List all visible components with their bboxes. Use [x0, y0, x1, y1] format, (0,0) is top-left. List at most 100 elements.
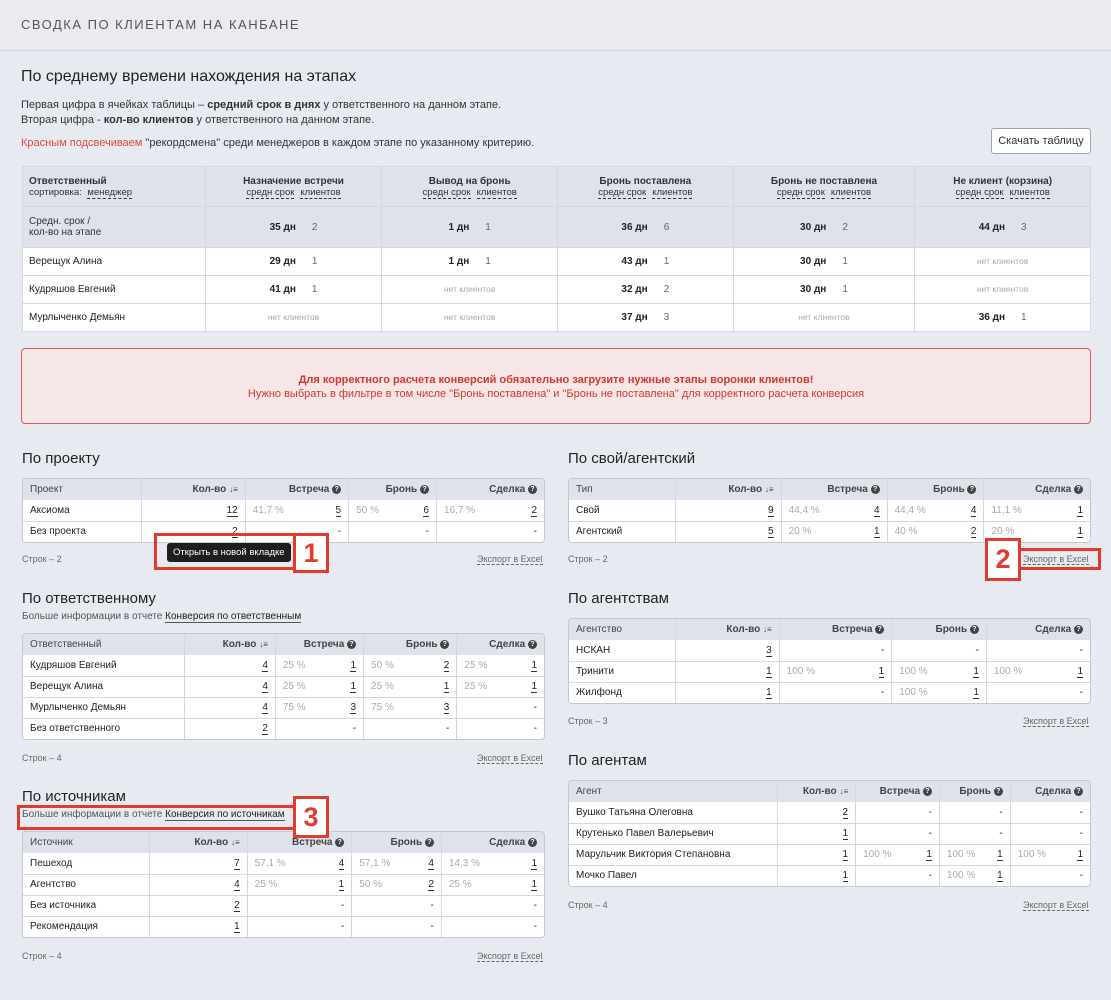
conversion-link[interactable]: 1: [926, 849, 932, 861]
conversion-link[interactable]: 1: [1077, 504, 1083, 517]
help-icon[interactable]: ?: [875, 624, 885, 634]
sort-count-link[interactable]: клиентов: [300, 186, 341, 199]
conversion-link[interactable]: 1: [1077, 526, 1083, 539]
conversion-link[interactable]: 1: [874, 526, 880, 539]
sort-count-link[interactable]: клиентов: [652, 186, 693, 199]
qty-link[interactable]: 4: [262, 681, 268, 693]
qty-link[interactable]: 1: [234, 921, 240, 934]
qty-link[interactable]: 9: [768, 504, 774, 517]
conversion-link[interactable]: 4: [970, 504, 977, 517]
resp-export-link[interactable]: Экспорт в Excel: [477, 753, 543, 764]
help-icon[interactable]: ?: [347, 639, 357, 649]
qty-link[interactable]: 1: [842, 828, 849, 840]
sort-avg-link[interactable]: средн срок: [955, 186, 1004, 199]
stages-desc-3: Красным подсвечиваем "рекордсмена" среди…: [21, 137, 535, 149]
source-export-link[interactable]: Экспорт в Excel: [477, 951, 543, 962]
col-header-qty[interactable]: Кол-во ↓≡: [675, 479, 782, 500]
conversion-link[interactable]: 4: [428, 857, 434, 870]
agency-export-link[interactable]: Экспорт в Excel: [1023, 716, 1089, 727]
conversion-link[interactable]: 2: [531, 504, 537, 517]
conversion-link[interactable]: 2: [443, 659, 450, 672]
project-export-link[interactable]: Экспорт в Excel: [477, 554, 543, 565]
conversion-link[interactable]: 1: [878, 666, 885, 678]
sort-avg-link[interactable]: средн срок: [246, 186, 295, 199]
col-header: Ответственный: [23, 634, 185, 655]
help-icon[interactable]: ?: [1074, 624, 1083, 634]
qty-link[interactable]: 4: [262, 702, 268, 714]
conversion-link[interactable]: 3: [350, 702, 357, 714]
row-name: Тринити: [569, 661, 677, 683]
conversion-link[interactable]: 1: [531, 857, 537, 870]
help-icon[interactable]: ?: [993, 786, 1003, 796]
col-header-qty[interactable]: Кол-во ↓≡: [141, 479, 246, 500]
col-header-qty[interactable]: Кол-во ↓≡: [777, 781, 857, 802]
sort-avg-link[interactable]: средн срок: [776, 186, 825, 199]
help-icon[interactable]: ?: [1074, 484, 1083, 494]
conversion-link[interactable]: 1: [350, 681, 357, 693]
conversion-link[interactable]: 1: [973, 666, 979, 678]
col-header-qty[interactable]: Кол-во ↓≡: [149, 832, 248, 853]
conversion-link[interactable]: 1: [531, 681, 537, 693]
help-icon[interactable]: ?: [332, 484, 342, 494]
qty-link[interactable]: 1: [766, 687, 772, 700]
table-row: Рекомендация 1- - -: [23, 916, 544, 937]
conversion-link[interactable]: 2: [428, 879, 434, 891]
conversion-link[interactable]: 5: [335, 504, 342, 517]
conversion-link[interactable]: 1: [531, 879, 537, 891]
download-table-button[interactable]: Скачать таблицу: [991, 128, 1091, 154]
qty-link[interactable]: 1: [842, 870, 849, 883]
conversion-link[interactable]: 4: [338, 857, 345, 870]
sort-count-link[interactable]: клиентов: [476, 186, 517, 199]
stage-cell: 43 дн 1: [557, 247, 734, 276]
stages-row: Кудряшов Евгений 41 дн 1 нет клиентов 32 дн 2…: [22, 275, 1091, 304]
conversion-link[interactable]: 1: [350, 659, 357, 672]
conversion-link[interactable]: 1: [338, 879, 345, 891]
conversion-link[interactable]: 1: [531, 659, 537, 672]
sort-count-link[interactable]: клиентов: [830, 186, 872, 199]
stage-cell: 37 дн 3: [557, 303, 734, 332]
help-icon[interactable]: ?: [528, 837, 537, 847]
conversion-link[interactable]: 1: [997, 849, 1003, 861]
conversion-link[interactable]: 1: [997, 870, 1003, 883]
help-icon[interactable]: ?: [922, 786, 932, 796]
qty-link[interactable]: 5: [768, 526, 774, 539]
help-icon[interactable]: ?: [419, 484, 429, 494]
qty-link[interactable]: 12: [226, 504, 238, 517]
row-name: Вушко Татьяна Олеговна: [569, 802, 779, 824]
conversion-link[interactable]: 6: [423, 504, 429, 517]
help-icon[interactable]: ?: [335, 837, 345, 847]
conversion-link[interactable]: 1: [1077, 666, 1083, 678]
qty-link[interactable]: 1: [842, 849, 849, 861]
sort-avg-link[interactable]: средн срок: [598, 186, 647, 199]
help-icon[interactable]: ?: [969, 624, 979, 634]
agents-export-link[interactable]: Экспорт в Excel: [1023, 900, 1089, 911]
qty-link[interactable]: 1: [766, 666, 772, 678]
conversion-link[interactable]: 3: [443, 702, 450, 714]
qty-link[interactable]: 7: [234, 857, 240, 870]
help-icon[interactable]: ?: [528, 639, 537, 649]
qty-link[interactable]: 3: [766, 644, 772, 657]
conversion-link[interactable]: 1: [443, 681, 450, 693]
resp-report-link[interactable]: Конверсия по ответственным: [165, 611, 302, 623]
col-header-qty[interactable]: Кол-во ↓≡: [184, 634, 276, 655]
qty-link[interactable]: 2: [842, 806, 849, 819]
table-row: НСКАН 3- - -: [569, 640, 1090, 662]
qty-link[interactable]: 4: [262, 659, 268, 672]
qty-link[interactable]: 4: [234, 879, 240, 891]
sort-avg-link[interactable]: средн срок: [422, 186, 471, 199]
help-icon[interactable]: ?: [967, 484, 977, 494]
help-icon[interactable]: ?: [424, 837, 434, 847]
conversion-link[interactable]: 2: [970, 526, 977, 539]
sort-count-link[interactable]: клиентов: [1009, 186, 1050, 199]
qty-link[interactable]: 2: [262, 723, 268, 736]
conversion-link[interactable]: 4: [874, 504, 880, 517]
help-icon[interactable]: ?: [1074, 786, 1083, 796]
qty-link[interactable]: 2: [234, 900, 240, 912]
help-icon[interactable]: ?: [870, 484, 880, 494]
sort-manager-link[interactable]: менеджер: [87, 186, 133, 199]
conversion-link[interactable]: 1: [1077, 849, 1083, 861]
help-icon[interactable]: ?: [440, 639, 450, 649]
help-icon[interactable]: ?: [528, 484, 537, 494]
conversion-link[interactable]: 1: [973, 687, 979, 700]
col-header-qty[interactable]: Кол-во ↓≡: [675, 619, 780, 640]
